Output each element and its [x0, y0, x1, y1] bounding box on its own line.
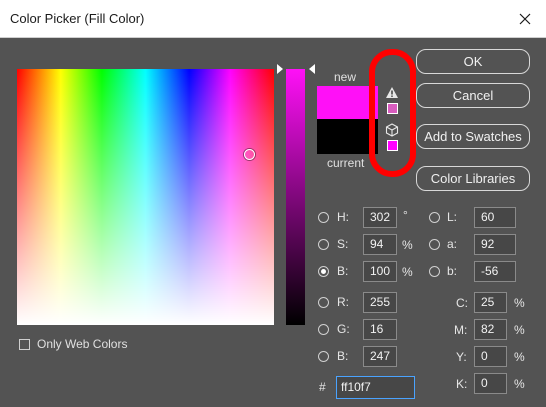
c-label: C: — [456, 296, 468, 310]
c-input[interactable]: 25 — [474, 292, 507, 313]
color-slider[interactable] — [286, 69, 305, 325]
b-label: B: — [337, 264, 349, 278]
radio-rgb-b[interactable] — [318, 351, 329, 362]
current-label: current — [327, 156, 365, 170]
l-label: L: — [447, 210, 458, 224]
color-field-cursor[interactable] — [244, 149, 255, 160]
k-input[interactable]: 0 — [474, 373, 507, 394]
ok-button[interactable]: OK — [416, 49, 530, 74]
slider-handle-left[interactable] — [277, 64, 283, 74]
add-to-swatches-button[interactable]: Add to Swatches — [416, 124, 530, 149]
slider-handle-right[interactable] — [309, 64, 315, 74]
a-input[interactable]: 92 — [474, 234, 516, 255]
rgb-b-input[interactable]: 247 — [363, 346, 397, 367]
r-input[interactable]: 255 — [363, 292, 397, 313]
radio-lab-b[interactable] — [429, 266, 440, 277]
s-label: S: — [337, 237, 349, 251]
b-input[interactable]: 100 — [363, 261, 397, 282]
color-field[interactable] — [17, 69, 274, 325]
s-input[interactable]: 94 — [363, 234, 397, 255]
radio-g[interactable] — [318, 324, 329, 335]
lab-b-label: b: — [447, 264, 458, 278]
only-web-colors-label: Only Web Colors — [37, 337, 128, 351]
g-input[interactable]: 16 — [363, 319, 397, 340]
k-unit: % — [514, 377, 525, 391]
close-icon[interactable] — [510, 4, 540, 34]
only-web-colors-checkbox[interactable] — [19, 339, 30, 350]
annotation-outline — [369, 49, 416, 177]
l-input[interactable]: 60 — [474, 207, 516, 228]
hex-input[interactable]: ff10f7 — [336, 376, 415, 399]
rgb-b-label: B: — [337, 349, 349, 363]
y-label: Y: — [456, 350, 467, 364]
title-bar: Color Picker (Fill Color) — [0, 0, 546, 38]
r-label: R: — [337, 295, 349, 309]
radio-l[interactable] — [429, 212, 440, 223]
h-label: H: — [337, 210, 349, 224]
radio-s[interactable] — [318, 239, 329, 250]
radio-r[interactable] — [318, 297, 329, 308]
y-input[interactable]: 0 — [474, 346, 507, 367]
k-label: K: — [456, 377, 468, 391]
m-unit: % — [514, 323, 525, 337]
color-libraries-button[interactable]: Color Libraries — [416, 166, 530, 191]
c-unit: % — [514, 296, 525, 310]
s-unit: % — [402, 238, 413, 252]
lab-b-input[interactable]: -56 — [474, 261, 516, 282]
new-label: new — [334, 70, 357, 84]
window-title: Color Picker (Fill Color) — [10, 11, 145, 26]
a-label: a: — [447, 237, 458, 251]
h-input[interactable]: 302 — [363, 207, 397, 228]
radio-h[interactable] — [318, 212, 329, 223]
radio-a[interactable] — [429, 239, 440, 250]
y-unit: % — [514, 350, 525, 364]
radio-b[interactable] — [318, 266, 329, 277]
m-input[interactable]: 82 — [474, 319, 507, 340]
g-label: G: — [337, 322, 350, 336]
cancel-button[interactable]: Cancel — [416, 83, 530, 108]
b-unit: % — [402, 265, 413, 279]
m-label: M: — [454, 323, 468, 337]
hex-label: # — [319, 380, 326, 394]
h-unit: ° — [403, 208, 408, 222]
